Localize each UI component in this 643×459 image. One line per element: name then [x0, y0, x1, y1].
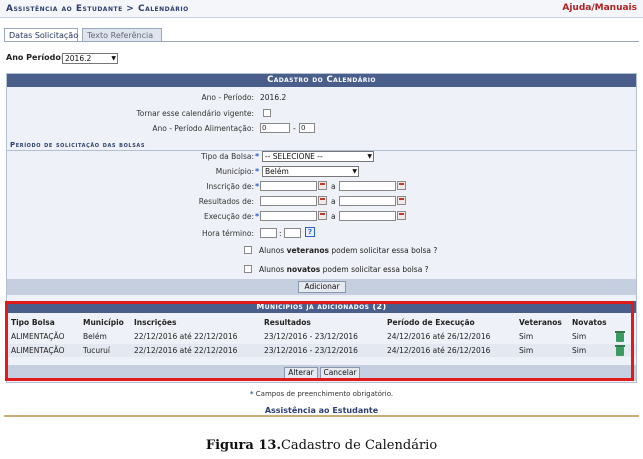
novatos-checkbox[interactable]: [244, 265, 252, 273]
calendar-icon[interactable]: [397, 211, 406, 220]
required-marker: *: [255, 212, 260, 221]
dropdown-arrow-icon: ▼: [367, 153, 372, 160]
alimentacao-label: Ano - Período Alimentação:: [152, 124, 254, 133]
municipio-select[interactable]: Belém ▼: [262, 166, 359, 177]
ano-periodo-filter: Ano Período:: [6, 53, 64, 62]
calendar-icon[interactable]: [397, 196, 406, 205]
add-button-bar: Adicionar: [7, 279, 636, 295]
novatos-label-bold: novatos: [286, 265, 321, 274]
range-separator: a: [331, 212, 336, 221]
hora-input[interactable]: [260, 228, 277, 238]
footer-divider: [4, 415, 639, 417]
figure-caption-text: Cadastro de Calendário: [280, 438, 438, 453]
calendar-icon[interactable]: [318, 181, 327, 190]
tipo-bolsa-select-value: -- SELECIONE --: [265, 152, 323, 161]
tipo-bolsa-select[interactable]: -- SELECIONE -- ▼: [262, 151, 374, 162]
ano-periodo-value: 2016.2: [260, 93, 287, 102]
resultados-label: Resultados de:: [198, 197, 254, 206]
calendar-icon[interactable]: [318, 196, 327, 205]
veteranos-checkbox[interactable]: [244, 246, 252, 254]
page-title: Assistência ao Estudante > Calendário: [6, 4, 189, 14]
required-marker: *: [255, 167, 260, 176]
vigente-checkbox[interactable]: [263, 109, 271, 117]
novatos-label: Alunos novatos podem solicitar essa bols…: [259, 265, 429, 274]
footer-link[interactable]: Assistência ao Estudante: [0, 406, 643, 415]
hora-termino-label: Hora término:: [201, 229, 254, 238]
vigente-label: Tornar esse calendário vigente:: [136, 109, 255, 118]
figure-caption-number: Figura 13.: [205, 438, 281, 453]
tipo-bolsa-label-text: Tipo da Bolsa:: [201, 152, 254, 161]
alimentacao-separator: -: [293, 124, 296, 133]
required-footnote-text: Campos de preenchimento obrigatório.: [253, 390, 394, 398]
municipio-select-value: Belém: [265, 167, 289, 176]
execucao-inicio-input[interactable]: [260, 211, 317, 221]
range-separator: a: [331, 182, 336, 191]
required-marker: *: [255, 152, 260, 161]
periodo-section-title: Período de solicitação das bolsas: [10, 141, 146, 149]
ano-periodo-filter-label: Ano Período:: [6, 53, 65, 62]
time-separator: :: [279, 229, 282, 238]
alimentacao-periodo-input[interactable]: 0: [299, 123, 315, 133]
tipo-bolsa-label: Tipo da Bolsa:: [201, 152, 254, 161]
execucao-fim-input[interactable]: [339, 211, 396, 221]
figure-caption: Figura 13.Cadastro de Calendário: [0, 438, 643, 453]
adicionar-button[interactable]: Adicionar: [298, 281, 346, 293]
inscricao-label: Inscrição de:: [206, 182, 254, 191]
tab-texto-referencia[interactable]: Texto Referência: [82, 28, 162, 42]
calendar-icon[interactable]: [318, 211, 327, 220]
ano-periodo-label: Ano - Período:: [201, 93, 254, 102]
ano-periodo-select[interactable]: 2016.2 ▼: [62, 53, 118, 64]
cadastro-caption: Cadastro do Calendário: [7, 74, 636, 87]
required-marker: *: [255, 182, 260, 191]
dropdown-arrow-icon: ▼: [352, 168, 357, 175]
range-separator: a: [331, 197, 336, 206]
veteranos-label: Alunos veteranos podem solicitar essa bo…: [259, 246, 437, 255]
execucao-label: Execução de:: [203, 212, 254, 221]
top-bar: Assistência ao Estudante > Calendário Aj…: [0, 0, 643, 18]
novatos-label-post: podem solicitar essa bolsa ?: [320, 265, 429, 274]
help-icon[interactable]: ?: [305, 227, 315, 237]
dropdown-arrow-icon: ▼: [111, 55, 116, 62]
resultados-inicio-input[interactable]: [260, 196, 317, 206]
inscricao-fim-input[interactable]: [339, 181, 396, 191]
veteranos-label-pre: Alunos: [259, 246, 287, 255]
alimentacao-ano-input[interactable]: 0: [260, 123, 290, 133]
ano-periodo-select-value: 2016.2: [65, 54, 92, 63]
tab-datas-solicitacao[interactable]: Datas Solicitação: [4, 28, 78, 42]
tab-divider: [4, 41, 639, 42]
veteranos-label-bold: veteranos: [286, 246, 329, 255]
inscricao-inicio-input[interactable]: [260, 181, 317, 191]
novatos-label-pre: Alunos: [259, 265, 287, 274]
veteranos-label-post: podem solicitar essa bolsa ?: [328, 246, 438, 255]
calendar-icon[interactable]: [397, 181, 406, 190]
municipio-label: Município:: [215, 167, 254, 176]
required-footnote: * Campos de preenchimento obrigatório.: [0, 390, 643, 398]
resultados-fim-input[interactable]: [339, 196, 396, 206]
help-manuals-link[interactable]: Ajuda/Manuais: [562, 3, 637, 13]
highlight-box: [5, 301, 634, 381]
minuto-input[interactable]: [284, 228, 301, 238]
